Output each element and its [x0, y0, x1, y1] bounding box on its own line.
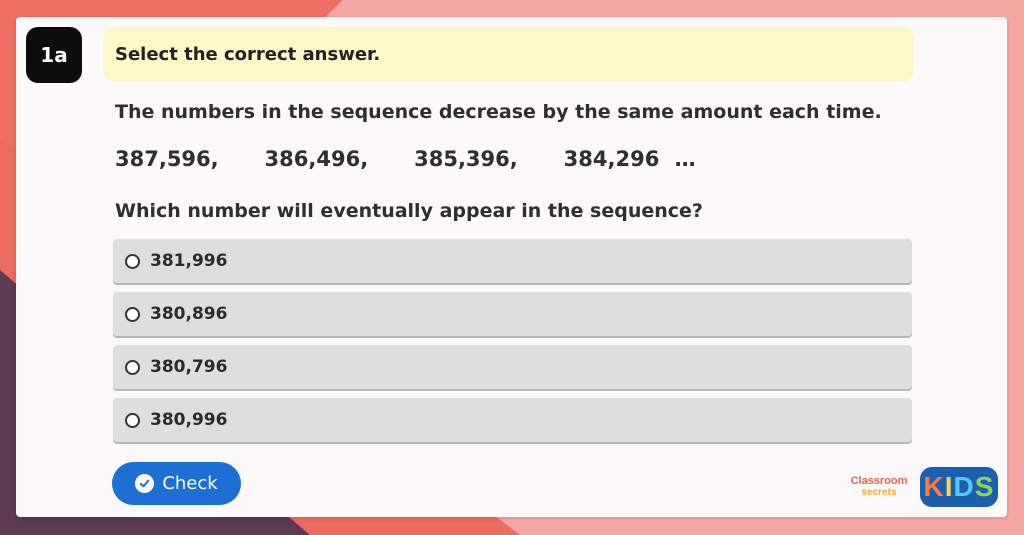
- check-button-label: Check: [162, 473, 218, 494]
- number-sequence: 387,596, 386,496, 385,396, 384,296 …: [115, 147, 696, 171]
- radio-button[interactable]: [125, 306, 140, 322]
- question-prompt: Which number will eventually appear in t…: [115, 200, 703, 222]
- question-number-badge: 1a: [26, 27, 82, 83]
- answer-option-3[interactable]: 380,796: [113, 345, 912, 389]
- radio-button[interactable]: [125, 412, 140, 428]
- question-statement: The numbers in the sequence decrease by …: [115, 101, 882, 123]
- kids-logo-letter: S: [974, 471, 995, 502]
- answer-option-label: 380,896: [150, 304, 228, 324]
- kids-logo-letter: D: [953, 471, 975, 502]
- answer-option-2[interactable]: 380,896: [113, 292, 912, 336]
- answer-option-4[interactable]: 380,996: [113, 398, 912, 442]
- check-circle-icon: [135, 474, 155, 493]
- kids-logo-letter: I: [944, 471, 954, 502]
- logo-text-line1: Classroom: [850, 475, 908, 487]
- answer-option-label: 381,996: [150, 251, 228, 271]
- check-button[interactable]: Check: [112, 462, 241, 505]
- answer-option-label: 380,996: [150, 410, 228, 430]
- answer-option-label: 380,796: [150, 357, 228, 377]
- radio-button[interactable]: [125, 359, 140, 375]
- logo-text-line2: secrets: [861, 487, 897, 498]
- radio-button[interactable]: [125, 253, 140, 269]
- kids-logo-letter: K: [923, 471, 945, 502]
- classroom-secrets-logo: Classroom secrets: [842, 476, 916, 502]
- instruction-banner: Select the correct answer.: [103, 27, 914, 82]
- answer-option-1[interactable]: 381,996: [113, 239, 912, 283]
- kids-logo: K I D S: [920, 467, 998, 507]
- answer-options: 381,996 380,896 380,796 380,996: [113, 239, 912, 451]
